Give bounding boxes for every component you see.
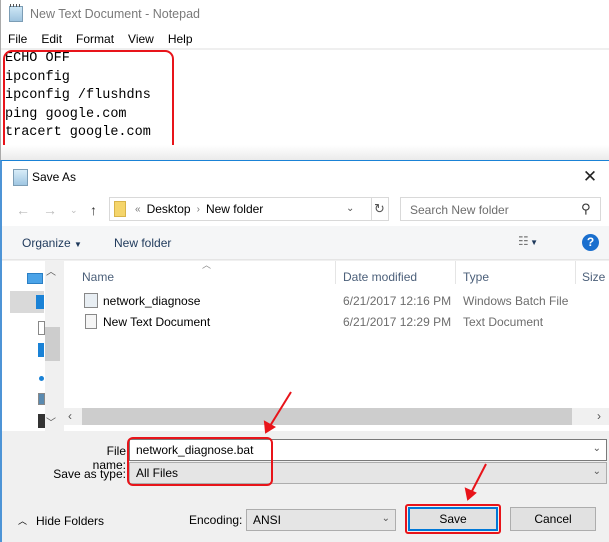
column-name[interactable]: Name xyxy=(82,270,114,284)
horizontal-scrollbar[interactable]: ‹ › xyxy=(64,408,609,425)
caret-down-icon: ▼ xyxy=(74,240,82,249)
desktop-icon[interactable] xyxy=(36,295,44,309)
arrow-left-icon[interactable]: ← xyxy=(16,202,30,218)
notepad-icon xyxy=(13,169,28,186)
sort-ascending-icon: ︿ xyxy=(202,260,212,270)
chevron-left-icon[interactable]: ‹ xyxy=(68,409,72,423)
menu-edit[interactable]: Edit xyxy=(34,30,69,48)
arrow-right-icon[interactable]: → xyxy=(43,202,57,218)
new-folder-button[interactable]: New folder xyxy=(114,236,171,250)
menu-help[interactable]: Help xyxy=(161,30,200,48)
hide-folders-button[interactable]: ︿ Hide Folders xyxy=(18,514,104,528)
save-as-type-select[interactable]: All Files ⌄ xyxy=(129,462,607,484)
search-icon[interactable]: ⚲ xyxy=(581,201,591,217)
chevron-up-icon[interactable]: ︿ xyxy=(46,263,56,278)
text-file-icon xyxy=(85,314,97,329)
music-icon[interactable] xyxy=(39,376,44,381)
organize-button[interactable]: Organize ▼ xyxy=(22,236,82,250)
horizontal-scrollbar-thumb[interactable] xyxy=(82,408,572,425)
chevron-up-icon: ︿ xyxy=(18,516,28,526)
organize-label: Organize xyxy=(22,236,71,250)
chevron-right-icon[interactable]: › xyxy=(597,409,601,423)
chevron-down-icon[interactable]: ⌄ xyxy=(593,443,601,454)
menu-view[interactable]: View xyxy=(121,30,161,48)
address-bar[interactable]: « Desktop › New folder ⌄ xyxy=(109,197,372,221)
breadcrumb-new-folder[interactable]: New folder xyxy=(206,202,263,216)
arrow-up-icon[interactable]: ↑ xyxy=(90,202,97,218)
dialog-title: Save As xyxy=(32,170,77,184)
menu-format[interactable]: Format xyxy=(69,30,121,48)
file-list: ︿ Name Date modified Type Size network_d… xyxy=(64,260,609,431)
column-divider[interactable] xyxy=(455,261,456,284)
chevron-down-icon[interactable]: ⌄ xyxy=(382,513,390,524)
file-name: network_diagnose xyxy=(103,294,201,308)
notepad-icon xyxy=(9,4,23,22)
chevron-down-icon[interactable]: ⌄ xyxy=(593,466,601,477)
search-input[interactable]: Search New folder ⚲ xyxy=(400,197,601,221)
batch-file-icon xyxy=(84,293,98,308)
save-as-type-value: All Files xyxy=(136,466,179,480)
file-name: New Text Document xyxy=(103,315,211,329)
notepad-window: New Text Document - Notepad File Edit Fo… xyxy=(0,0,609,162)
downloads-icon[interactable] xyxy=(38,343,44,357)
file-row[interactable]: New Text Document 6/21/2017 12:29 PM Tex… xyxy=(64,312,609,332)
file-name-input[interactable]: network_diagnose.bat ⌄ xyxy=(129,439,607,461)
column-date-modified[interactable]: Date modified xyxy=(343,270,417,284)
encoding-label: Encoding: xyxy=(189,513,243,527)
this-pc-icon[interactable] xyxy=(27,273,43,284)
save-as-type-label: Save as type: xyxy=(53,467,126,481)
chevron-right-icon: › xyxy=(196,203,200,215)
column-divider[interactable] xyxy=(575,261,576,284)
save-button[interactable]: Save xyxy=(408,507,498,531)
pictures-icon[interactable] xyxy=(38,393,45,405)
help-icon[interactable]: ? xyxy=(582,234,599,251)
close-icon[interactable]: ✕ xyxy=(578,166,602,188)
file-name-value: network_diagnose.bat xyxy=(136,443,254,457)
encoding-value: ANSI xyxy=(253,513,282,527)
file-date: 6/21/2017 12:29 PM xyxy=(343,315,452,329)
documents-icon[interactable] xyxy=(38,321,45,335)
search-placeholder: Search New folder xyxy=(410,203,509,217)
navigation-pane: ︿ ﹀ xyxy=(2,261,60,431)
column-size[interactable]: Size xyxy=(582,270,605,284)
view-options-icon[interactable]: ☷ ▼ xyxy=(518,234,538,248)
dialog-titlebar: Save As ✕ xyxy=(2,161,609,194)
nav-scrollbar-thumb[interactable] xyxy=(45,327,60,361)
chevron-down-icon[interactable]: ⌄ xyxy=(346,203,354,214)
hide-folders-label: Hide Folders xyxy=(36,514,105,528)
videos-icon[interactable] xyxy=(38,414,45,428)
chevron-down-icon[interactable]: ⌄ xyxy=(70,205,78,216)
dialog-toolbar: Organize ▼ New folder ☷ ▼ ? xyxy=(2,226,609,260)
column-type[interactable]: Type xyxy=(463,270,489,284)
notepad-titlebar: New Text Document - Notepad xyxy=(9,4,200,24)
column-divider[interactable] xyxy=(335,261,336,284)
file-row[interactable]: network_diagnose 6/21/2017 12:16 PM Wind… xyxy=(64,291,609,311)
cancel-button[interactable]: Cancel xyxy=(510,507,596,531)
chevron-down-icon[interactable]: ﹀ xyxy=(46,414,56,429)
refresh-icon[interactable]: ↻ xyxy=(371,197,389,221)
file-type: Windows Batch File xyxy=(463,294,569,308)
breadcrumb-overflow[interactable]: « xyxy=(135,204,141,215)
folder-icon xyxy=(114,201,126,217)
navigation-bar: ← → ⌄ ↑ « Desktop › New folder ⌄ ↻ Searc… xyxy=(2,194,609,226)
save-as-dialog: Save As ✕ ← → ⌄ ↑ « Desktop › New folder… xyxy=(0,160,609,542)
notepad-title: New Text Document - Notepad xyxy=(30,7,200,21)
encoding-select[interactable]: ANSI ⌄ xyxy=(246,509,396,531)
file-type: Text Document xyxy=(463,315,544,329)
notepad-menubar: File Edit Format View Help xyxy=(1,30,200,48)
file-date: 6/21/2017 12:16 PM xyxy=(343,294,452,308)
breadcrumb-desktop[interactable]: Desktop xyxy=(147,202,191,216)
menu-file[interactable]: File xyxy=(1,30,34,48)
